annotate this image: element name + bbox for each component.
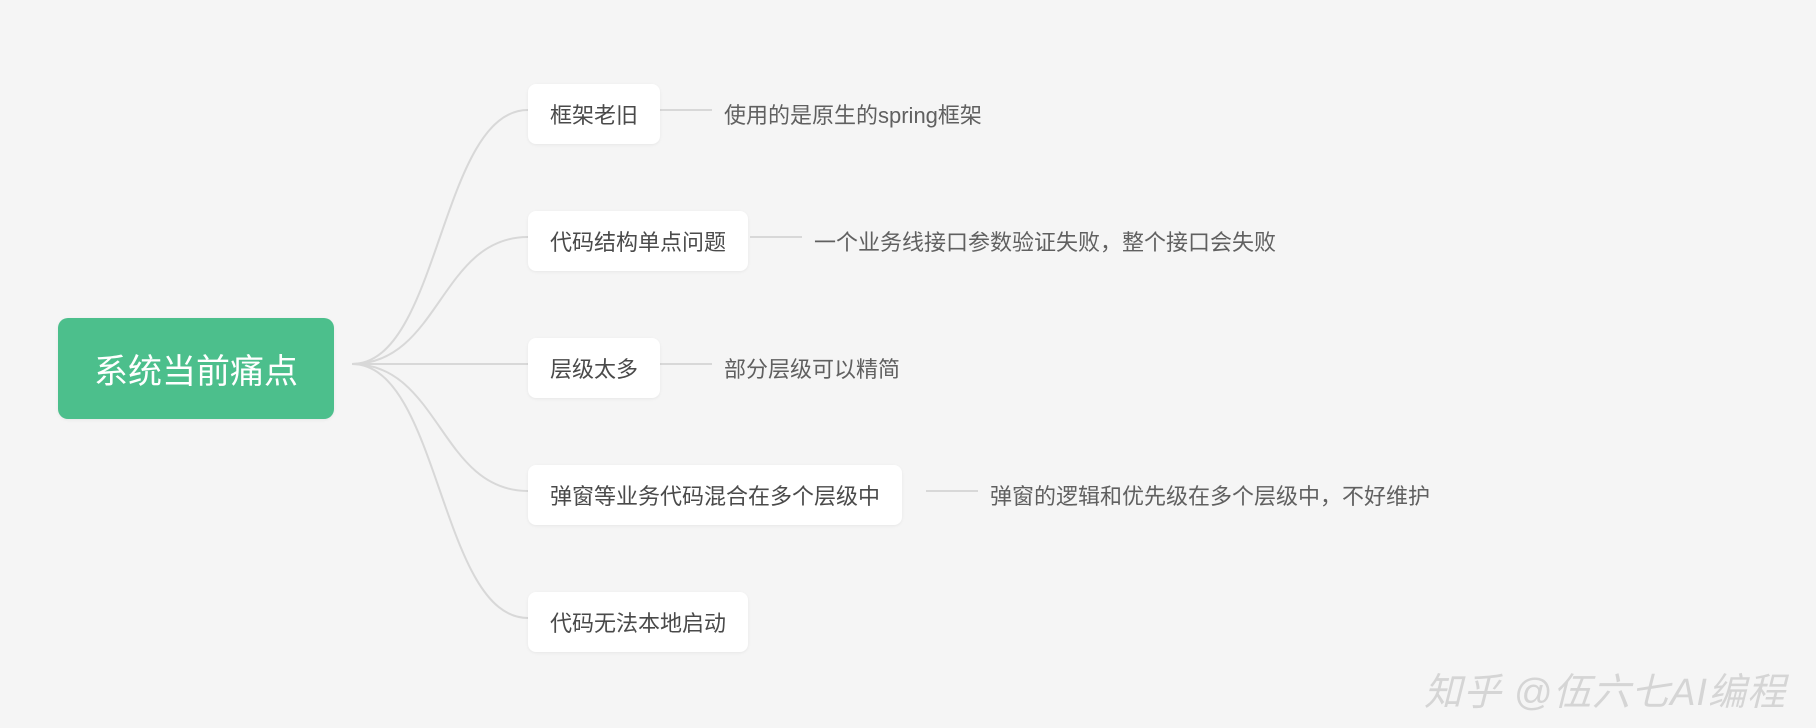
branch-detail-0: 使用的是原生的spring框架 xyxy=(724,84,982,144)
branch-node-3[interactable]: 弹窗等业务代码混合在多个层级中 xyxy=(528,465,902,525)
branch-label: 框架老旧 xyxy=(550,103,638,128)
branch-label: 代码无法本地启动 xyxy=(550,611,726,636)
branch-node-4[interactable]: 代码无法本地启动 xyxy=(528,592,748,652)
root-label: 系统当前痛点 xyxy=(94,353,298,391)
mindmap-canvas: 系统当前痛点 框架老旧 使用的是原生的spring框架 代码结构单点问题 一个业… xyxy=(0,0,1816,728)
branch-node-0[interactable]: 框架老旧 xyxy=(528,84,660,144)
branch-detail-3: 弹窗的逻辑和优先级在多个层级中，不好维护 xyxy=(990,465,1430,525)
watermark-text: 知乎 @伍六七AI编程 xyxy=(1424,661,1786,716)
detail-text: 一个业务线接口参数验证失败，整个接口会失败 xyxy=(814,230,1276,255)
branch-label: 代码结构单点问题 xyxy=(550,230,726,255)
branch-detail-2: 部分层级可以精简 xyxy=(724,338,900,398)
branch-node-2[interactable]: 层级太多 xyxy=(528,338,660,398)
root-node[interactable]: 系统当前痛点 xyxy=(58,318,334,419)
branch-node-1[interactable]: 代码结构单点问题 xyxy=(528,211,748,271)
branch-label: 弹窗等业务代码混合在多个层级中 xyxy=(550,484,880,509)
branch-detail-1: 一个业务线接口参数验证失败，整个接口会失败 xyxy=(814,211,1276,271)
detail-text: 弹窗的逻辑和优先级在多个层级中，不好维护 xyxy=(990,484,1430,509)
branch-label: 层级太多 xyxy=(550,357,638,382)
detail-text: 使用的是原生的spring框架 xyxy=(724,103,982,128)
detail-text: 部分层级可以精简 xyxy=(724,357,900,382)
